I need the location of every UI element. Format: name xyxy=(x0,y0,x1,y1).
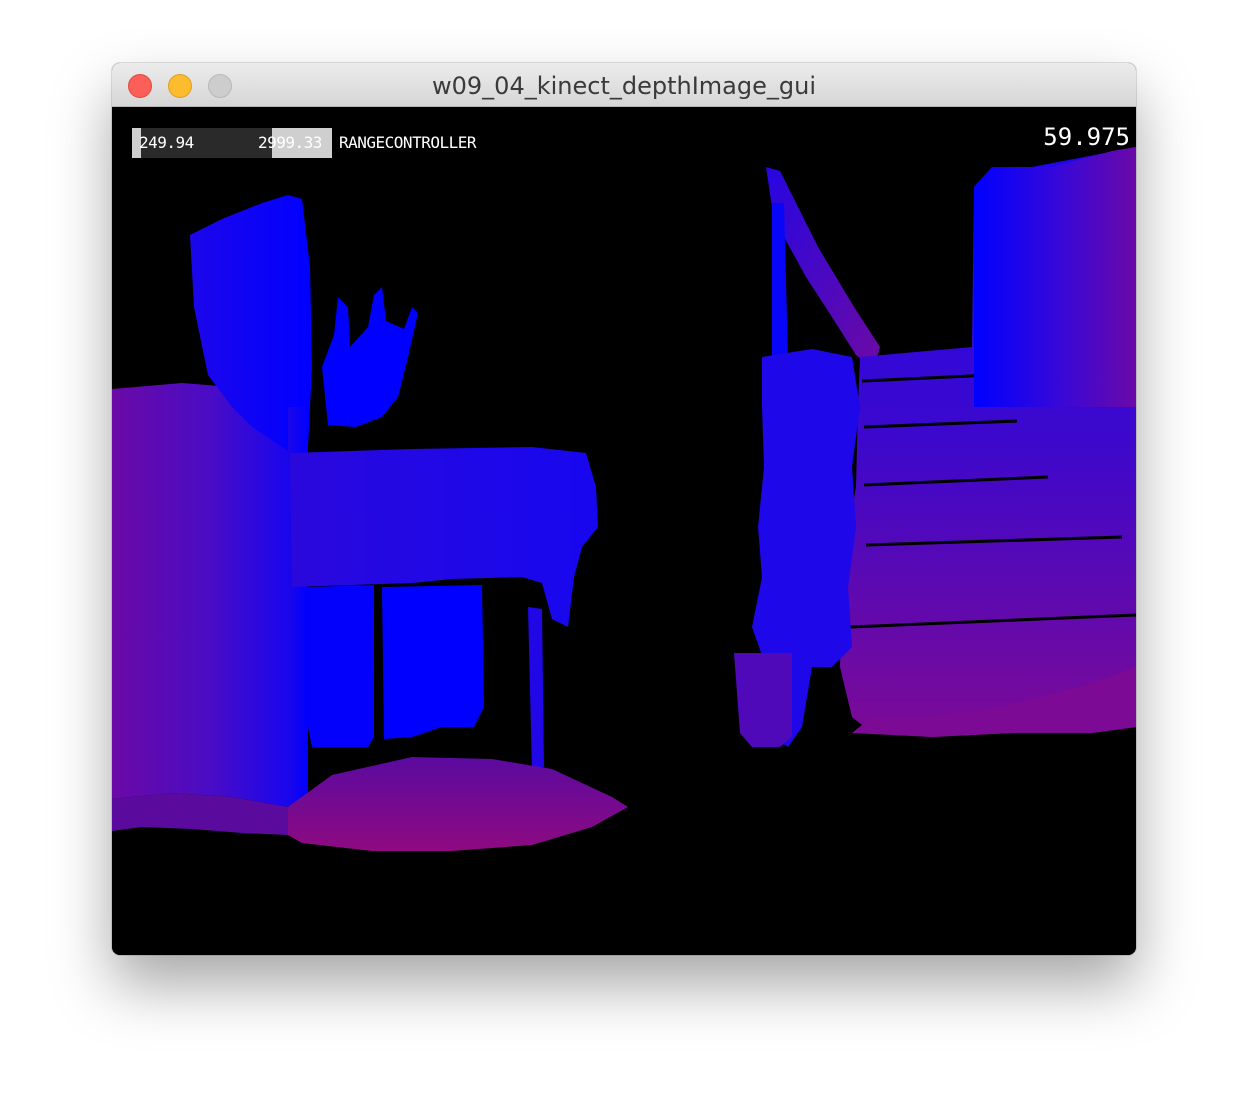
depth-image xyxy=(112,147,1136,851)
depth-bucket xyxy=(734,653,792,747)
depth-rack xyxy=(322,287,418,427)
depth-under-table-right xyxy=(382,585,484,739)
depth-table-leg xyxy=(528,607,544,771)
range-controller-slider[interactable]: 249.94 2999.33 xyxy=(132,128,332,158)
window-title: w09_04_kinect_depthImage_gui xyxy=(432,72,816,100)
app-window: w09_04_kinect_depthImage_gui 249.94 2999… xyxy=(112,63,1136,955)
range-controller-label: RANGECONTROLLER xyxy=(339,133,477,152)
title-bar[interactable]: w09_04_kinect_depthImage_gui xyxy=(112,63,1136,107)
range-high-value: 2999.33 xyxy=(258,133,322,152)
depth-floor xyxy=(288,757,628,851)
depth-image-canvas: 249.94 2999.33 RANGECONTROLLER 59.975 xyxy=(112,107,1136,955)
depth-under-table xyxy=(308,585,374,747)
depth-left-wall xyxy=(112,383,288,807)
range-low-value: 249.94 xyxy=(139,133,194,152)
depth-right-wall xyxy=(974,147,1136,407)
fps-readout: 59.975 xyxy=(1043,123,1130,151)
